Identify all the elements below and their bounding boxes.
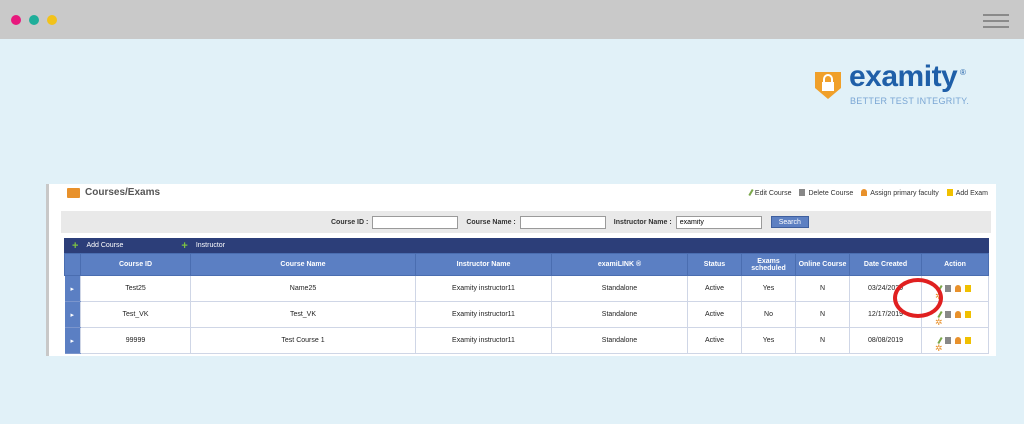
search-button[interactable]: Search (770, 216, 809, 228)
gear-icon[interactable]: ✲ (935, 343, 943, 354)
expand-column-header (64, 253, 81, 276)
trash-icon[interactable] (945, 285, 951, 292)
cell-date-created: 08/08/2019 (849, 327, 922, 354)
course-id-label: Course ID : (331, 218, 369, 226)
page-title: Courses/Exams (67, 187, 160, 198)
cell-exams-scheduled: Yes (741, 327, 796, 354)
book-icon (67, 187, 80, 198)
table-row: ▸ Test25 Name25 Examity instructor11 Sta… (64, 275, 989, 302)
course-name-label: Course Name : (466, 218, 516, 226)
cell-course-id: Test_VK (80, 301, 191, 328)
hamburger-menu-icon[interactable] (983, 14, 1009, 28)
cell-examilink: Standalone (551, 301, 688, 328)
person-icon[interactable] (955, 311, 961, 318)
column-header-online-course[interactable]: Online Course (795, 253, 850, 276)
column-header-course-id[interactable]: Course ID (80, 253, 191, 276)
trash-icon (799, 189, 806, 196)
cell-course-id: Test25 (80, 275, 191, 302)
courses-exams-panel: Courses/Exams Edit Course Delete Course … (46, 184, 996, 356)
cell-actions: ✲ (921, 327, 989, 354)
cell-online-course: N (795, 327, 850, 354)
window-minimize-dot[interactable] (29, 15, 39, 25)
logo-tagline: BETTER TEST INTEGRITY. (850, 96, 970, 106)
window-title-bar (0, 0, 1024, 39)
document-icon[interactable] (965, 311, 971, 318)
person-icon (861, 189, 868, 196)
trash-icon[interactable] (945, 337, 951, 344)
gear-icon[interactable]: ✲ (935, 317, 943, 328)
document-icon[interactable] (965, 337, 971, 344)
column-header-examilink[interactable]: examiLINK ® (551, 253, 688, 276)
instructor-name-label: Instructor Name : (613, 218, 672, 226)
pencil-icon (748, 188, 754, 197)
legend-assign-faculty: Assign primary faculty (861, 189, 939, 197)
table-row: ▸ Test_VK Test_VK Examity instructor11 S… (64, 301, 989, 328)
course-id-input[interactable] (372, 215, 459, 229)
cell-course-name: Test Course 1 (190, 327, 416, 354)
column-header-instructor-name[interactable]: Instructor Name (415, 253, 552, 276)
window-maximize-dot[interactable] (47, 15, 57, 25)
cell-course-name: Test_VK (190, 301, 416, 328)
column-header-status[interactable]: Status (687, 253, 742, 276)
expand-row-arrow-icon[interactable]: ▸ (64, 327, 81, 354)
add-course-plus-icon[interactable]: + (72, 240, 78, 252)
document-icon (946, 189, 953, 196)
courses-table: Course ID Course Name Instructor Name ex… (64, 253, 989, 354)
cell-status: Active (687, 301, 742, 328)
cell-examilink: Standalone (551, 275, 688, 302)
column-header-action: Action (921, 253, 989, 276)
cell-instructor-name: Examity instructor11 (415, 327, 552, 354)
action-legend: Edit Course Delete Course Assign primary… (748, 188, 988, 197)
page-title-text: Courses/Exams (85, 187, 161, 198)
cell-course-name: Name25 (190, 275, 416, 302)
cell-instructor-name: Examity instructor11 (415, 301, 552, 328)
cell-instructor-name: Examity instructor11 (415, 275, 552, 302)
table-header-row: Course ID Course Name Instructor Name ex… (64, 253, 989, 276)
instructor-name-input[interactable] (675, 215, 762, 229)
cell-status: Active (687, 327, 742, 354)
search-bar: Course ID : Course Name : Instructor Nam… (61, 211, 991, 233)
cell-course-id: 99999 (80, 327, 191, 354)
legend-add-exam: Add Exam (946, 189, 988, 197)
course-name-input[interactable] (519, 215, 606, 229)
window-close-dot[interactable] (11, 15, 21, 25)
cell-status: Active (687, 275, 742, 302)
document-icon[interactable] (965, 285, 971, 292)
logo-wordmark: examity (849, 60, 958, 93)
cell-exams-scheduled: Yes (741, 275, 796, 302)
cell-exams-scheduled: No (741, 301, 796, 328)
column-header-date-created[interactable]: Date Created (849, 253, 922, 276)
legend-delete-course: Delete Course (799, 189, 853, 197)
highlight-circle (893, 278, 943, 318)
cell-online-course: N (795, 301, 850, 328)
instructor-button[interactable]: Instructor (196, 242, 225, 249)
add-course-button[interactable]: Add Course (86, 242, 123, 249)
examity-logo: examity ® BETTER TEST INTEGRITY. (813, 60, 983, 106)
trash-icon[interactable] (945, 311, 951, 318)
cell-online-course: N (795, 275, 850, 302)
grid-toolbar: + Add Course + Instructor (64, 238, 989, 253)
courses-grid: + Add Course + Instructor Course ID Cour… (64, 238, 989, 354)
expand-row-arrow-icon[interactable]: ▸ (64, 275, 81, 302)
person-icon[interactable] (955, 285, 961, 292)
table-row: ▸ 99999 Test Course 1 Examity instructor… (64, 327, 989, 354)
column-header-exams-scheduled[interactable]: Exams scheduled (741, 253, 796, 276)
person-icon[interactable] (955, 337, 961, 344)
column-header-course-name[interactable]: Course Name (190, 253, 416, 276)
lock-shield-icon (815, 72, 841, 99)
expand-row-arrow-icon[interactable]: ▸ (64, 301, 81, 328)
instructor-plus-icon[interactable]: + (181, 240, 187, 252)
cell-examilink: Standalone (551, 327, 688, 354)
legend-edit-course: Edit Course (748, 188, 791, 197)
logo-registered-mark: ® (960, 68, 966, 77)
